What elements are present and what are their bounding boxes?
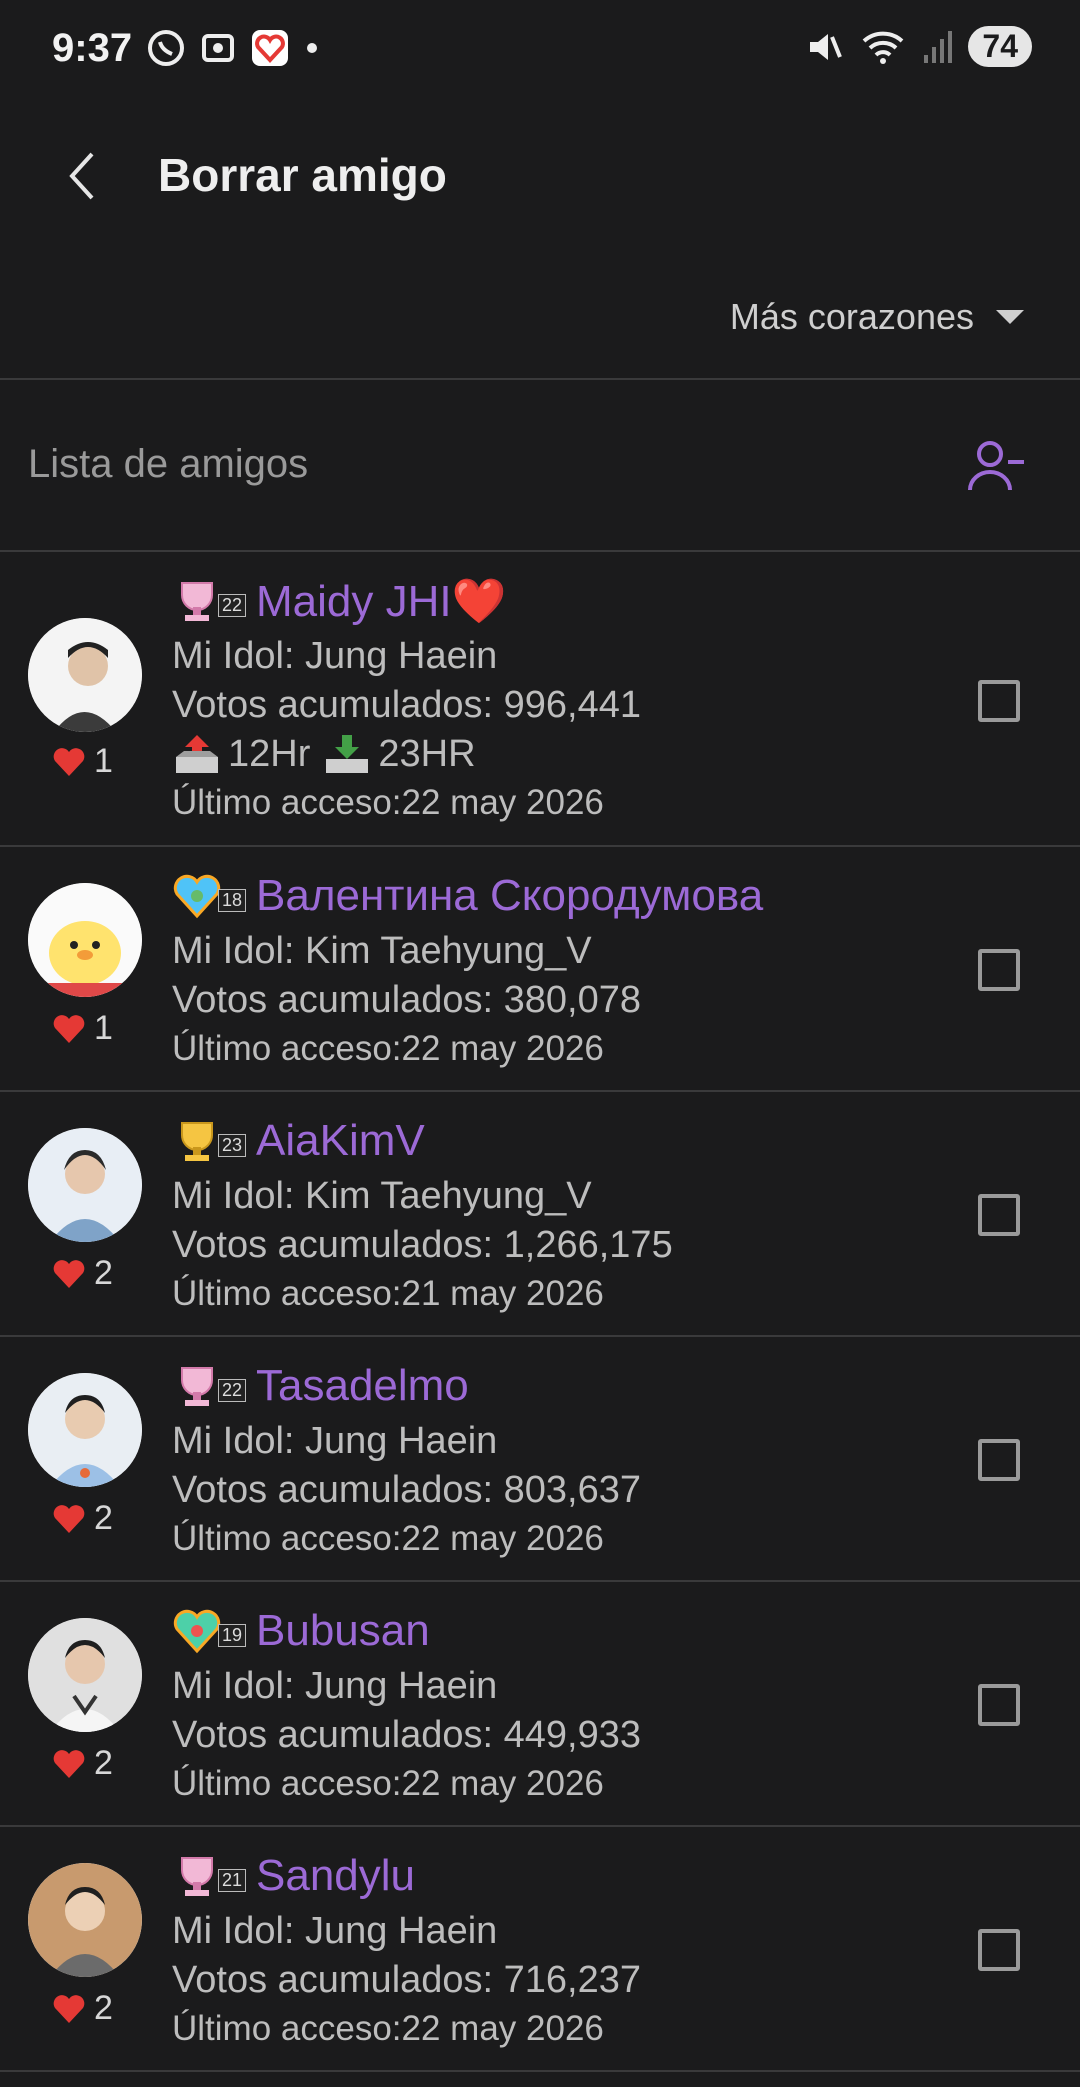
friend-votes: Votos acumulados: 380,078 xyxy=(172,979,642,1021)
heart-icon xyxy=(53,1994,85,2023)
friend-last-access: Último acceso:22 may 2026 xyxy=(172,783,604,822)
heart-icon xyxy=(53,747,85,776)
wifi-icon xyxy=(863,31,904,64)
sort-label: Más corazones xyxy=(729,296,974,337)
friend-list: 1 22 Maidy JHI❤️ Mi Idol: Jung Haein Vot… xyxy=(0,552,1080,2072)
level-label: 19 xyxy=(217,1624,246,1647)
hearts-count: 2 xyxy=(52,1499,113,1538)
sort-dropdown[interactable]: Más corazones xyxy=(730,296,1024,338)
hearts-count: 2 xyxy=(52,1744,113,1783)
friend-last-access: Último acceso:22 may 2026 xyxy=(172,1764,604,1803)
friend-last-access: Último acceso:22 may 2026 xyxy=(172,1519,604,1558)
heart-icon xyxy=(53,1259,85,1288)
hearts-count: 1 xyxy=(52,742,113,781)
friend-name: Валентина Скородумова xyxy=(256,871,764,920)
heart-icon xyxy=(53,1014,85,1043)
friend-votes: Votos acumulados: 449,933 xyxy=(172,1714,642,1756)
hearts-count: 2 xyxy=(52,1254,113,1293)
friend-last-access: Último acceso:22 may 2026 xyxy=(172,1029,604,1068)
status-time: 9:37 xyxy=(52,26,133,70)
receive-tray-icon xyxy=(326,734,369,773)
friends-list-header: Lista de amigos xyxy=(0,384,1080,550)
heart-timers: 12Hr 23HR xyxy=(172,730,641,779)
friend-name: AiaKimV xyxy=(256,1116,425,1165)
avatar xyxy=(28,1373,142,1487)
friend-info: 21 Sandylu Mi Idol: Jung Haein Votos acu… xyxy=(172,1845,641,2052)
friend-last-access: Último acceso:22 may 2026 xyxy=(172,2009,604,2048)
heart-icon xyxy=(53,1504,85,1533)
friend-votes: Votos acumulados: 1,266,175 xyxy=(172,1224,673,1266)
heart-badge-icon: 18 xyxy=(172,872,246,920)
chevron-down-icon xyxy=(996,310,1024,324)
mute-icon xyxy=(810,33,843,60)
friend-row[interactable]: 1 18 Валентина Скородумова Mi Idol: Kim … xyxy=(0,847,1080,1092)
level-label: 21 xyxy=(217,1869,246,1892)
friend-last-access: Último acceso:21 may 2026 xyxy=(172,1274,604,1313)
notification-icons xyxy=(146,28,322,68)
divider xyxy=(0,378,1080,380)
select-checkbox[interactable] xyxy=(978,1684,1020,1726)
level-label: 22 xyxy=(217,594,246,617)
friend-idol: Mi Idol: Jung Haein xyxy=(172,1665,498,1707)
level-label: 22 xyxy=(217,1379,246,1402)
friend-idol: Mi Idol: Jung Haein xyxy=(172,1910,498,1952)
friend-info: 19 Bubusan Mi Idol: Jung Haein Votos acu… xyxy=(172,1600,641,1807)
friend-votes: Votos acumulados: 803,637 xyxy=(172,1469,642,1511)
trophy-badge-icon: 23 xyxy=(172,1117,246,1165)
friend-row[interactable]: 2 21 Sandylu Mi Idol: Jung Haein Votos a… xyxy=(0,1827,1080,2072)
friend-idol: Mi Idol: Jung Haein xyxy=(172,1420,498,1462)
friend-idol: Mi Idol: Kim Taehyung_V xyxy=(172,930,592,972)
friend-name: Sandylu xyxy=(256,1851,416,1900)
friend-row[interactable]: 2 22 Tasadelmo Mi Idol: Jung Haein Votos… xyxy=(0,1337,1080,1582)
avatar xyxy=(28,1863,142,1977)
dot-icon xyxy=(307,43,317,53)
friend-idol: Mi Idol: Kim Taehyung_V xyxy=(172,1175,592,1217)
status-bar: 9:37 74 xyxy=(0,0,1080,104)
receive-timer: 23HR xyxy=(378,733,476,775)
back-arrow-icon[interactable] xyxy=(56,148,112,204)
friend-info: 18 Валентина Скородумова Mi Idol: Kim Ta… xyxy=(172,865,763,1072)
level-label: 18 xyxy=(217,889,246,912)
list-header-title: Lista de amigos xyxy=(28,442,309,486)
hearts-count: 2 xyxy=(52,1989,113,2028)
whatsapp-icon xyxy=(148,30,184,66)
heart-icon xyxy=(53,1749,85,1778)
friend-name: Bubusan xyxy=(256,1606,430,1655)
friend-name: Maidy JHI❤️ xyxy=(256,577,507,626)
screenshot-icon xyxy=(202,34,234,62)
friend-row[interactable]: 1 22 Maidy JHI❤️ Mi Idol: Jung Haein Vot… xyxy=(0,552,1080,847)
select-checkbox[interactable] xyxy=(978,1194,1020,1236)
friend-votes: Votos acumulados: 716,237 xyxy=(172,1959,642,2001)
friend-row[interactable]: 2 19 Bubusan Mi Idol: Jung Haein Votos a… xyxy=(0,1582,1080,1827)
friend-row[interactable]: 2 23 AiaKimV Mi Idol: Kim Taehyung_V Vot… xyxy=(0,1092,1080,1337)
app-heart-icon xyxy=(252,30,288,66)
send-tray-icon xyxy=(176,734,218,773)
send-timer: 12Hr xyxy=(228,733,311,775)
heart-badge-icon: 19 xyxy=(172,1607,246,1655)
signal-icon xyxy=(924,30,953,63)
trophy-badge-icon: 21 xyxy=(172,1852,246,1900)
friend-name: Tasadelmo xyxy=(256,1361,469,1410)
app-header: Borrar amigo xyxy=(0,120,1080,230)
select-checkbox[interactable] xyxy=(978,1929,1020,1971)
friend-idol: Mi Idol: Jung Haein xyxy=(172,635,498,677)
friend-info: 22 Tasadelmo Mi Idol: Jung Haein Votos a… xyxy=(172,1355,641,1562)
hearts-count: 1 xyxy=(52,1009,113,1048)
avatar xyxy=(28,1128,142,1242)
friend-votes: Votos acumulados: 996,441 xyxy=(172,684,642,726)
trophy-badge-icon: 22 xyxy=(172,1362,246,1410)
remove-friend-icon[interactable] xyxy=(964,434,1028,498)
level-label: 23 xyxy=(217,1134,246,1157)
friend-info: 22 Maidy JHI❤️ Mi Idol: Jung Haein Votos… xyxy=(172,570,641,826)
page-title: Borrar amigo xyxy=(158,149,447,201)
trophy-badge-icon: 22 xyxy=(172,577,246,625)
friend-info: 23 AiaKimV Mi Idol: Kim Taehyung_V Votos… xyxy=(172,1110,673,1317)
avatar xyxy=(28,883,142,997)
select-checkbox[interactable] xyxy=(978,1439,1020,1481)
select-checkbox[interactable] xyxy=(978,680,1020,722)
select-checkbox[interactable] xyxy=(978,949,1020,991)
avatar xyxy=(28,1618,142,1732)
avatar xyxy=(28,618,142,732)
battery-indicator: 74 xyxy=(968,26,1032,67)
